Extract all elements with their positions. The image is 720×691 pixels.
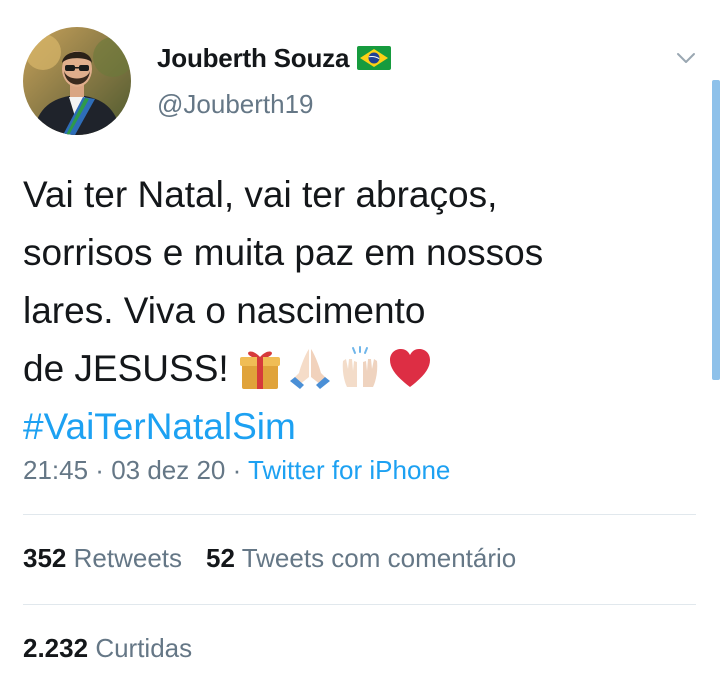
brazil-flag-icon [357, 46, 392, 70]
emoji-group [237, 345, 433, 391]
separator-dot: · [225, 455, 249, 485]
tweet-date: 03 dez 20 [111, 455, 226, 485]
separator-dot: · [88, 455, 112, 485]
quote-tweets-stat[interactable]: 52 Tweets com comentário [206, 543, 516, 573]
red-heart-icon [387, 345, 433, 391]
tweet-time: 21:45 [23, 455, 89, 485]
divider [23, 514, 696, 515]
retweets-label: Retweets [73, 543, 183, 573]
display-name[interactable]: Jouberth Souza [157, 43, 349, 74]
more-options-button[interactable] [668, 44, 704, 72]
likes-count: 2.232 [23, 633, 89, 663]
raised-hands-icon [337, 345, 383, 391]
likes-stats: 2.232 Curtidas [23, 633, 192, 664]
author-name-row: Jouberth Souza [157, 40, 392, 76]
avatar-photo [23, 27, 131, 135]
retweets-count: 352 [23, 543, 67, 573]
engagement-stats: 352 Retweets 52 Tweets com comentário [23, 543, 516, 574]
tweet-line-last: de JESUSS! [23, 340, 683, 398]
source-link[interactable]: Twitter for iPhone [248, 455, 450, 485]
quotes-label: Tweets com comentário [241, 543, 517, 573]
quotes-count: 52 [206, 543, 235, 573]
tweet-line: lares. Viva o nascimento [23, 290, 426, 331]
scrollbar[interactable] [712, 80, 720, 380]
divider [23, 604, 696, 605]
tweet-text: Vai ter Natal, vai ter abraços, sorrisos… [23, 166, 683, 456]
likes-label: Curtidas [95, 633, 193, 663]
folded-hands-icon [287, 345, 333, 391]
tweet-line: Vai ter Natal, vai ter abraços, [23, 174, 498, 215]
likes-stat[interactable]: 2.232 Curtidas [23, 633, 192, 663]
user-handle[interactable]: @Jouberth19 [157, 89, 314, 120]
tweet-meta: 21:45 · 03 dez 20 · Twitter for iPhone [23, 455, 450, 486]
tweet-line: sorrisos e muita paz em nossos [23, 232, 544, 273]
chevron-down-icon [677, 53, 695, 63]
gift-icon [237, 345, 283, 391]
tweet-line: de JESUSS! [23, 348, 229, 389]
retweets-stat[interactable]: 352 Retweets [23, 543, 182, 573]
avatar[interactable] [23, 27, 131, 135]
hashtag-link[interactable]: #VaiTerNatalSim [23, 398, 683, 456]
